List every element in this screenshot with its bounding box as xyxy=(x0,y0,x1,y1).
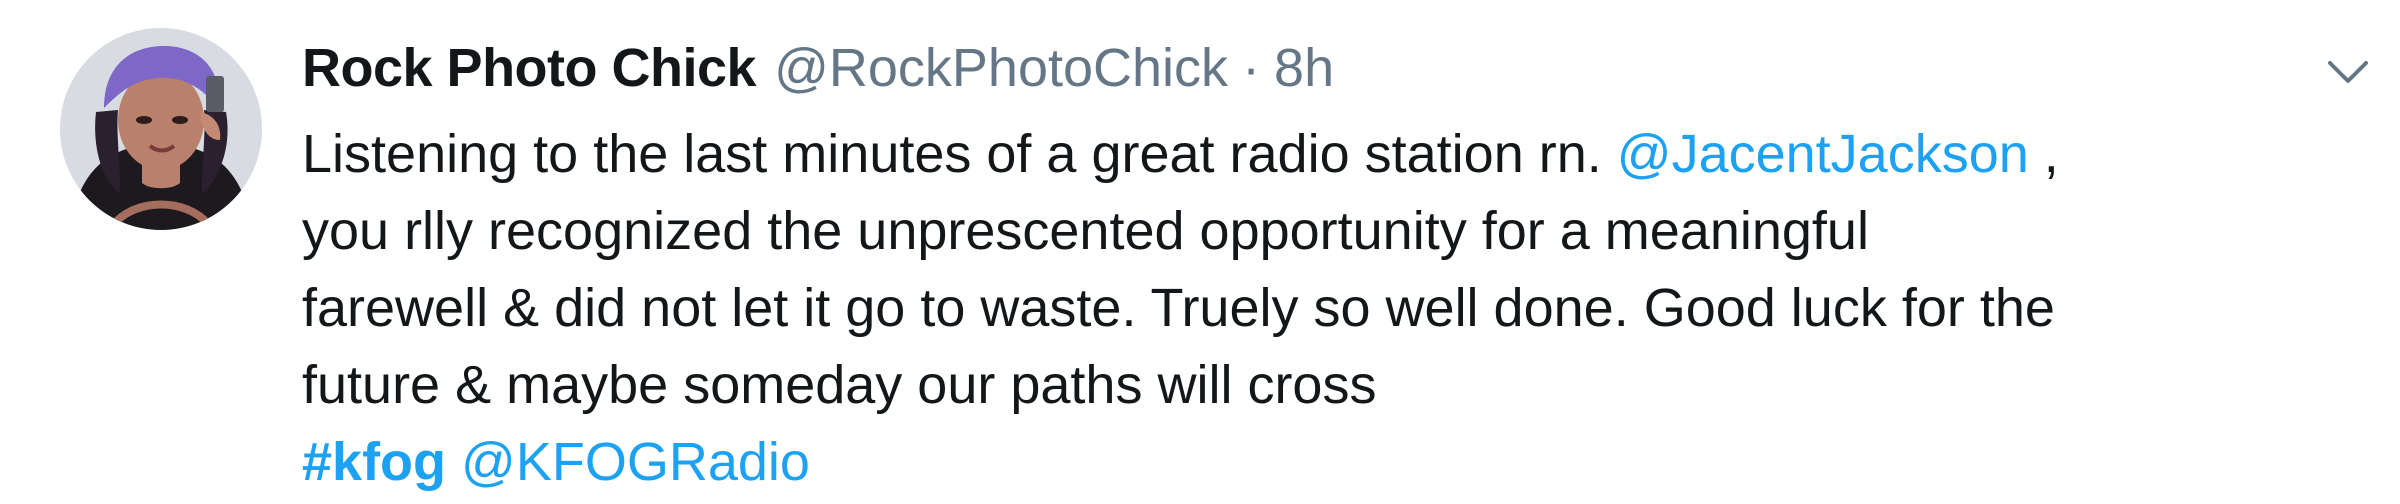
chevron-down-icon xyxy=(2328,61,2368,83)
tweet-text-segment: Listening to the last minutes of a great… xyxy=(302,124,1602,184)
timestamp[interactable]: 8h xyxy=(1274,28,1334,108)
tweet-text-line: Listening to the last minutes of a great… xyxy=(302,116,2362,193)
tweet-text-line: future & maybe someday our paths will cr… xyxy=(302,355,1377,415)
tweet-text: Listening to the last minutes of a great… xyxy=(302,116,2362,424)
tweet-text-line: you rlly recognized the unprescented opp… xyxy=(302,201,1869,261)
mention-link[interactable]: @KFOGRadio xyxy=(461,432,810,492)
author-name[interactable]: Rock Photo Chick xyxy=(302,28,757,108)
more-options-button[interactable] xyxy=(2318,42,2378,102)
author-handle[interactable]: @RockPhotoChick xyxy=(774,28,1228,108)
tweet[interactable]: Rock Photo Chick @RockPhotoChick · 8h Li… xyxy=(0,0,2400,504)
tweet-text-segment: , xyxy=(2043,124,2059,184)
mention-link[interactable]: @JacentJackson xyxy=(1617,124,2029,184)
tweet-header: Rock Photo Chick @RockPhotoChick · 8h xyxy=(302,28,1334,108)
hashtag-link[interactable]: #kfog xyxy=(302,432,446,492)
tweet-text-line: farewell & did not let it go to waste. T… xyxy=(302,278,2055,338)
separator-dot: · xyxy=(1242,38,1261,98)
tweet-tags: #kfog @KFOGRadio xyxy=(302,424,810,501)
avatar[interactable] xyxy=(60,28,262,230)
